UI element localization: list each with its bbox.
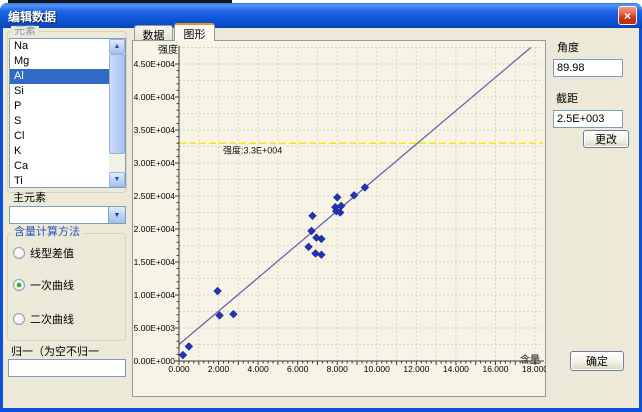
change-button[interactable]: 更改 — [583, 130, 629, 148]
svg-text:2.000: 2.000 — [208, 364, 230, 374]
element-item-Ca[interactable]: Ca — [10, 159, 110, 174]
svg-text:4.00E+004: 4.00E+004 — [134, 92, 176, 102]
y-axis-title: 强度 — [158, 43, 178, 56]
svg-text:8.000: 8.000 — [327, 364, 349, 374]
scatter-point — [185, 343, 193, 351]
main-element-label: 主元素 — [13, 192, 46, 204]
element-item-Ti[interactable]: Ti — [10, 174, 110, 188]
element-item-Mg[interactable]: Mg — [10, 54, 110, 69]
scroll-down-icon: ▼ — [114, 176, 121, 183]
radio-label: 一次曲线 — [30, 277, 74, 293]
radio-label: 线型差值 — [30, 245, 74, 261]
radio-icon[interactable] — [13, 247, 25, 259]
element-item-Na[interactable]: Na — [10, 39, 110, 54]
scatter-point — [337, 202, 345, 210]
svg-text:0.00E+000: 0.00E+000 — [134, 356, 176, 366]
svg-text:1.00E+004: 1.00E+004 — [134, 290, 176, 300]
element-list-scrollbar[interactable]: ▲ ▼ — [109, 39, 125, 187]
ok-button-label: 确定 — [586, 353, 608, 369]
main-element-combobox[interactable]: ▼ — [9, 206, 126, 224]
element-item-P[interactable]: P — [10, 99, 110, 114]
element-item-S[interactable]: S — [10, 114, 110, 129]
scatter-point — [305, 243, 313, 251]
x-axis-title: 含量 — [520, 353, 540, 366]
chevron-down-icon: ▼ — [114, 212, 121, 219]
normalize-input[interactable] — [8, 359, 126, 377]
elements-group-label: 元素 — [11, 26, 39, 37]
change-button-label: 更改 — [595, 131, 617, 147]
main-element-value — [10, 209, 13, 221]
element-item-Si[interactable]: Si — [10, 84, 110, 99]
scatter-point — [179, 351, 187, 359]
scatter-point — [308, 227, 316, 235]
ok-button[interactable]: 确定 — [570, 351, 624, 371]
scatter-point — [312, 250, 320, 258]
angle-label: 角度 — [557, 42, 579, 54]
scroll-up-icon: ▲ — [114, 43, 121, 50]
angle-input[interactable] — [553, 59, 623, 77]
svg-text:4.50E+004: 4.50E+004 — [134, 59, 176, 69]
svg-text:1.50E+004: 1.50E+004 — [134, 257, 176, 267]
svg-text:6.000: 6.000 — [287, 364, 309, 374]
tab-数据[interactable]: 数据 — [134, 25, 173, 40]
scrollbar-thumb[interactable] — [109, 54, 125, 154]
intercept-label: 截距 — [556, 93, 578, 105]
scatter-point — [214, 287, 222, 295]
element-list: NaMgAlSiPSClKCaTi — [10, 39, 110, 188]
svg-text:3.00E+004: 3.00E+004 — [134, 158, 176, 168]
screen: 编辑数据 × 元素 NaMgAlSiPSClKCaTi ▲ ▼ 主元素 ▼ 含量… — [0, 0, 642, 412]
svg-text:12.000: 12.000 — [403, 364, 429, 374]
method-group-label: 含量计算方法 — [11, 227, 83, 238]
titlebar[interactable]: 编辑数据 × — [0, 3, 642, 28]
element-item-Cl[interactable]: Cl — [10, 129, 110, 144]
window-title: 编辑数据 — [8, 8, 56, 25]
normalize-label: 归一（为空不归一 — [11, 346, 99, 358]
radio-icon[interactable] — [13, 279, 25, 291]
svg-text:4.000: 4.000 — [247, 364, 269, 374]
element-listbox[interactable]: NaMgAlSiPSClKCaTi ▲ ▼ — [9, 38, 126, 188]
scroll-up-button[interactable]: ▲ — [109, 39, 125, 54]
close-icon: × — [624, 10, 631, 22]
radio-option-3[interactable]: 二次曲线 — [13, 311, 74, 327]
svg-text:10.000: 10.000 — [364, 364, 390, 374]
svg-text:5.00E+003: 5.00E+003 — [134, 323, 176, 333]
combobox-dropdown-button[interactable]: ▼ — [108, 207, 125, 223]
intercept-input[interactable] — [553, 110, 623, 128]
scatter-point — [309, 212, 317, 220]
svg-text:14.000: 14.000 — [443, 364, 469, 374]
element-item-K[interactable]: K — [10, 144, 110, 159]
svg-text:2.50E+004: 2.50E+004 — [134, 191, 176, 201]
marker-line-label: 强度:3.3E+004 — [223, 145, 282, 156]
tab-图形[interactable]: 图形 — [174, 23, 215, 41]
radio-option-1[interactable]: 线型差值 — [13, 245, 74, 261]
svg-text:2.00E+004: 2.00E+004 — [134, 224, 176, 234]
scatter-point — [333, 194, 341, 202]
close-button[interactable]: × — [618, 6, 637, 25]
radio-option-2[interactable]: 一次曲线 — [13, 277, 74, 293]
radio-icon[interactable] — [13, 313, 25, 325]
scroll-down-button[interactable]: ▼ — [109, 172, 125, 187]
calibration-chart: 0.0002.0004.0006.0008.00010.00012.00014.… — [132, 40, 546, 397]
plot-panel: 0.0002.0004.0006.0008.00010.00012.00014.… — [132, 40, 546, 397]
radio-label: 二次曲线 — [30, 311, 74, 327]
svg-text:16.000: 16.000 — [482, 364, 508, 374]
svg-text:3.50E+004: 3.50E+004 — [134, 125, 176, 135]
element-item-Al[interactable]: Al — [10, 69, 110, 84]
scatter-point — [318, 251, 326, 259]
